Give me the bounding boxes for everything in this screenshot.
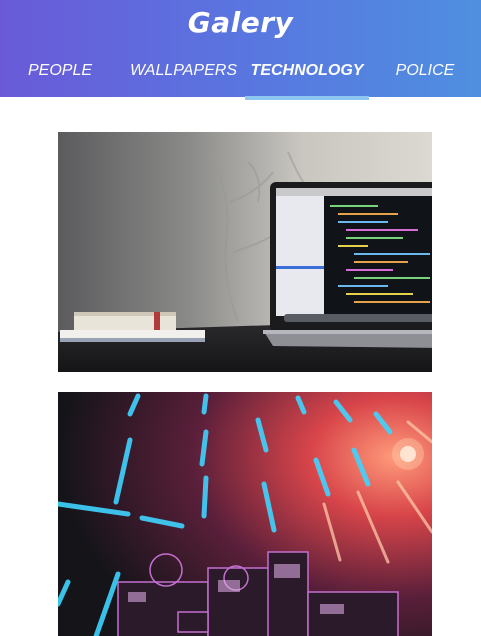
stage-lights-image [58, 392, 432, 636]
category-tabs: PEOPLE WALLPAPERS TECHNOLOGY POLICE [0, 58, 481, 97]
tab-technology[interactable]: TECHNOLOGY [245, 58, 369, 94]
photo-stage-lights[interactable] [58, 392, 432, 636]
active-tab-indicator [245, 96, 369, 100]
laptop-photo-image [58, 132, 432, 372]
photo-laptop-on-desk[interactable] [58, 132, 432, 372]
app-title: Galery [187, 6, 294, 39]
app-bar: Galery PEOPLE WALLPAPERS TECHNOLOGY POLI… [0, 0, 481, 97]
tab-people[interactable]: PEOPLE [0, 58, 120, 94]
tab-wallpapers[interactable]: WALLPAPERS [122, 58, 245, 94]
tab-police[interactable]: POLICE [369, 58, 481, 94]
